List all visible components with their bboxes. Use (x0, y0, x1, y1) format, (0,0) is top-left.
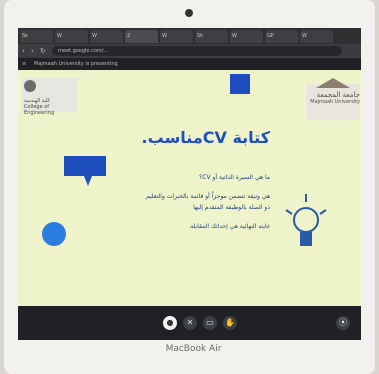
lightbulb-icon (285, 194, 327, 246)
browser-tab[interactable]: Sk (195, 30, 228, 43)
slide-title: كتابة CVمناسب. (141, 128, 270, 147)
college-logo-emblem (24, 80, 36, 92)
webcam (185, 9, 193, 17)
speech-bubble-icon (64, 156, 106, 186)
slide-line-4: غايته النهائية هي إحداثك المقابلة. (188, 223, 270, 230)
university-logo-roof-icon (316, 78, 350, 88)
captions-icon[interactable]: ▭ (203, 316, 217, 330)
laptop-brand: MacBook Air (165, 344, 222, 354)
slide-line-2: هي وثيقة تتضمن موجزاً أو قائمة بالخبرات … (145, 193, 270, 200)
laptop-bezel: Sk W W 2 W Sk W GP W ‹ › ↻ meet.google.c… (4, 0, 375, 374)
shared-slide: كلية الهندسة College of Engineering جامع… (18, 70, 361, 306)
browser-toolbar: ‹ › ↻ meet.google.com/... (18, 44, 361, 58)
presenter-label: Majmaah University is presenting (34, 61, 118, 67)
slide-line-3: ذو الصلة بالوظيفة المتقدم إليها (193, 204, 270, 211)
browser-tab[interactable]: GP (265, 30, 298, 43)
university-logo-en: Majmaah University (310, 99, 360, 105)
browser-tab-strip: Sk W W 2 W Sk W GP W (18, 28, 361, 44)
university-logo-ar: جامعة المجمعة (316, 91, 360, 99)
blue-square (230, 74, 250, 94)
browser-tab[interactable]: W (160, 30, 193, 43)
blue-circle (42, 222, 66, 246)
browser-tab[interactable]: W (55, 30, 88, 43)
meet-control-bar: ● ✕ ▭ ✋ ⦿ (18, 306, 361, 340)
meet-presenting-bar: ≡ Majmaah University is presenting (18, 58, 361, 70)
slide-line-1: ما هي السيرة الذاتية أو CV؟ (199, 174, 270, 181)
college-logo-text: كلية الهندسة College of Engineering (24, 98, 78, 116)
avatar: ● (163, 316, 177, 330)
university-logo-text: جامعة المجمعة Majmaah University (306, 92, 360, 106)
college-logo-en: College of Engineering (24, 104, 54, 116)
browser-tab[interactable]: W (230, 30, 263, 43)
browser-tab[interactable]: Sk (20, 30, 53, 43)
browser-tab[interactable]: W (300, 30, 333, 43)
forward-icon[interactable]: › (31, 46, 34, 56)
camera-off-icon[interactable]: ⦿ (336, 316, 350, 330)
menu-icon[interactable]: ≡ (22, 58, 26, 70)
laptop-screen: Sk W W 2 W Sk W GP W ‹ › ↻ meet.google.c… (18, 28, 361, 340)
reload-icon[interactable]: ↻ (40, 46, 46, 56)
address-bar[interactable]: meet.google.com/... (52, 46, 342, 56)
browser-tab[interactable]: W (90, 30, 123, 43)
back-icon[interactable]: ‹ (22, 46, 25, 56)
browser-tab-active[interactable]: 2 (125, 30, 158, 43)
mic-off-icon[interactable]: ✕ (183, 316, 197, 330)
raise-hand-icon[interactable]: ✋ (223, 316, 237, 330)
slide-body: ما هي السيرة الذاتية أو CV؟ هي وثيقة تتض… (146, 172, 270, 232)
